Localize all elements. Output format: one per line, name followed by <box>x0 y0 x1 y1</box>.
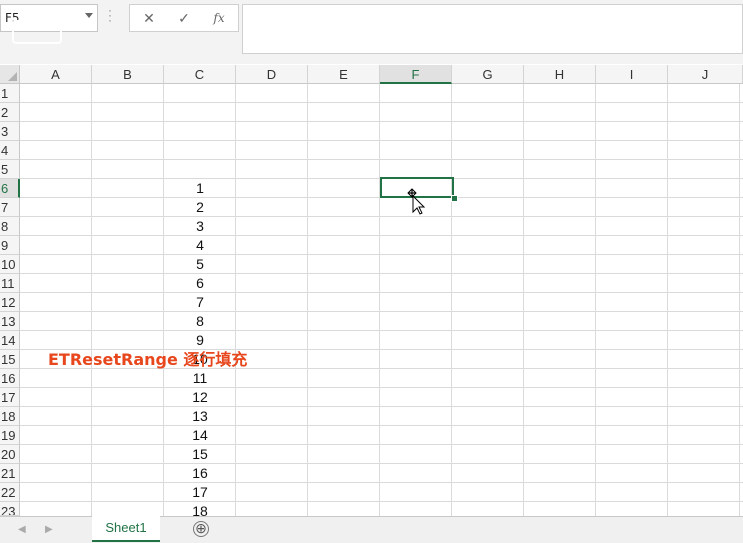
row-header-11[interactable]: 11 <box>0 274 20 293</box>
cell-c21[interactable]: 16 <box>164 464 236 483</box>
cell-c10[interactable]: 5 <box>164 255 236 274</box>
column-header-i[interactable]: I <box>596 65 668 84</box>
row-header-3[interactable]: 3 <box>0 122 20 141</box>
scroll-tabs-right-icon[interactable]: ▶ <box>45 524 53 535</box>
row-header-20[interactable]: 20 <box>0 445 20 464</box>
formula-input[interactable] <box>242 4 743 54</box>
row-header-4[interactable]: 4 <box>0 141 20 160</box>
row-header-7[interactable]: 7 <box>0 198 20 217</box>
cell-c13[interactable]: 8 <box>164 312 236 331</box>
sheet-tab-bar: ◀ ▶ Sheet1 ⊕ <box>0 516 743 543</box>
column-header-h[interactable]: H <box>524 65 596 84</box>
formula-buttons: ✕ ✓ fx <box>129 4 239 32</box>
row-header-19[interactable]: 19 <box>0 426 20 445</box>
cell-c11[interactable]: 6 <box>164 274 236 293</box>
row-header-21[interactable]: 21 <box>0 464 20 483</box>
cell-grid[interactable]: 1 2 3 4 5 6 7 8 9 10 11 12 13 14 15 16 17 18 <box>20 84 743 516</box>
move-cursor-icon <box>407 188 426 215</box>
cell-c17[interactable]: 12 <box>164 388 236 407</box>
function-icon[interactable]: fx <box>208 9 230 27</box>
formula-bar-area: F5 · · · ✕ ✓ fx <box>0 0 743 64</box>
scroll-tabs-left-icon[interactable]: ◀ <box>18 524 26 535</box>
cell-c6[interactable]: 1 <box>164 179 236 198</box>
cell-c7[interactable]: 2 <box>164 198 236 217</box>
more-icon[interactable]: · · · <box>108 4 112 26</box>
row-header-12[interactable]: 12 <box>0 293 20 312</box>
column-header-b[interactable]: B <box>92 65 164 84</box>
row-header-23[interactable]: 23 <box>0 502 20 516</box>
column-header-c[interactable]: C <box>164 65 236 84</box>
chevron-down-icon[interactable] <box>85 13 93 18</box>
row-header-8[interactable]: 8 <box>0 217 20 236</box>
cell-c23[interactable]: 18 <box>164 502 236 516</box>
row-header-6[interactable]: 6 <box>0 179 20 198</box>
row-header-2[interactable]: 2 <box>0 103 20 122</box>
column-header-f[interactable]: F <box>380 65 452 84</box>
fill-handle[interactable] <box>451 195 458 202</box>
row-header-18[interactable]: 18 <box>0 407 20 426</box>
cell-c8[interactable]: 3 <box>164 217 236 236</box>
select-all-button[interactable] <box>0 65 20 84</box>
watermark-logo <box>12 20 62 44</box>
row-header-10[interactable]: 10 <box>0 255 20 274</box>
cancel-icon[interactable]: ✕ <box>138 9 160 27</box>
row-header-9[interactable]: 9 <box>0 236 20 255</box>
row-header-14[interactable]: 14 <box>0 331 20 350</box>
row-header-15[interactable]: 15 <box>0 350 20 369</box>
row-header-22[interactable]: 22 <box>0 483 20 502</box>
column-header-j[interactable]: J <box>668 65 743 84</box>
cell-c19[interactable]: 14 <box>164 426 236 445</box>
row-header-1[interactable]: 1 <box>0 84 20 103</box>
cell-c9[interactable]: 4 <box>164 236 236 255</box>
row-header-5[interactable]: 5 <box>0 160 20 179</box>
check-icon[interactable]: ✓ <box>173 9 195 27</box>
cell-c12[interactable]: 7 <box>164 293 236 312</box>
row-header-13[interactable]: 13 <box>0 312 20 331</box>
add-sheet-icon[interactable]: ⊕ <box>193 521 209 537</box>
cell-c22[interactable]: 17 <box>164 483 236 502</box>
row-header-16[interactable]: 16 <box>0 369 20 388</box>
sheet-tab[interactable]: Sheet1 <box>92 516 160 542</box>
overlay-caption: ETResetRange 逐行填充 <box>48 350 248 369</box>
select-all-icon <box>8 72 17 81</box>
cell-c18[interactable]: 13 <box>164 407 236 426</box>
column-header-e[interactable]: E <box>308 65 380 84</box>
cell-c20[interactable]: 15 <box>164 445 236 464</box>
column-header-d[interactable]: D <box>236 65 308 84</box>
cell-c16[interactable]: 11 <box>164 369 236 388</box>
column-header-g[interactable]: G <box>452 65 524 84</box>
row-header-17[interactable]: 17 <box>0 388 20 407</box>
column-header-a[interactable]: A <box>20 65 92 84</box>
